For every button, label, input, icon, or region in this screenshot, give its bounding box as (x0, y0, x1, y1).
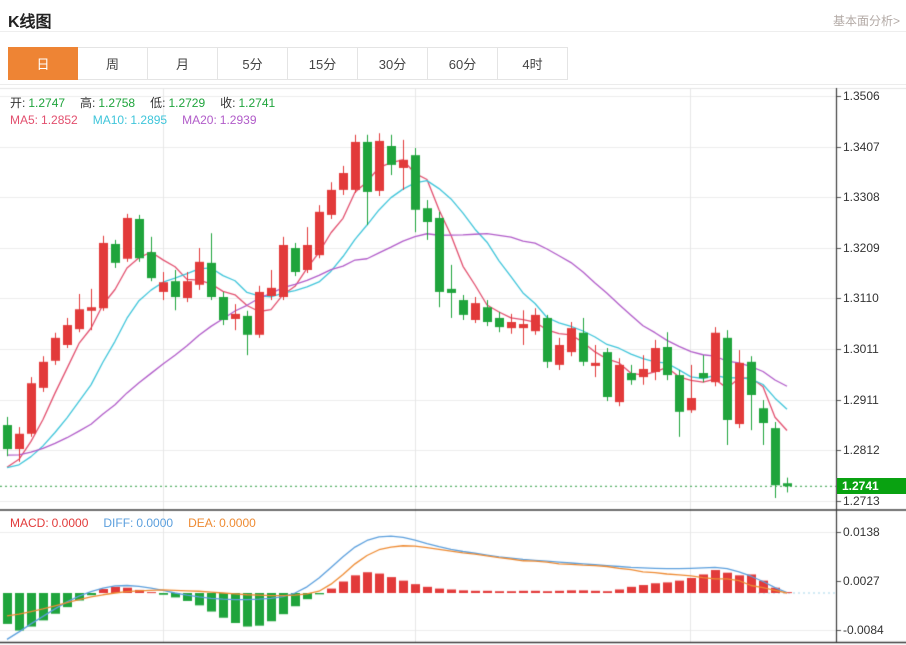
tab-month[interactable]: 月 (148, 47, 218, 80)
current-price-tag: 1.2741 (837, 478, 906, 494)
macd-item: MACD:0.0000 (10, 516, 88, 530)
tab-5min[interactable]: 5分 (218, 47, 288, 80)
interval-tabbar: 日周月5分15分30分60分4时 (8, 47, 568, 80)
tab-30min[interactable]: 30分 (358, 47, 428, 80)
ma-item: MA20:1.2939 (182, 113, 256, 127)
tab-15min[interactable]: 15分 (288, 47, 358, 80)
ma-item: MA10:1.2895 (93, 113, 167, 127)
ohlc-item: 开:1.2747 (10, 94, 65, 111)
macd-legend: MACD:0.0000 DIFF:0.0000 DEA:0.0000 (10, 516, 256, 530)
tab-60min[interactable]: 60分 (428, 47, 498, 80)
ohlc-item: 高:1.2758 (80, 94, 135, 111)
ma-item: MA5:1.2852 (10, 113, 78, 127)
tab-4hour[interactable]: 4时 (498, 47, 568, 80)
ohlc-item: 收:1.2741 (220, 94, 275, 111)
macd-item: DIFF:0.0000 (103, 516, 173, 530)
ohlc-item: 低:1.2729 (150, 94, 205, 111)
macd-item: DEA:0.0000 (188, 516, 256, 530)
tab-week[interactable]: 周 (78, 47, 148, 80)
ma-legend: MA5:1.2852 MA10:1.2895 MA20:1.2939 (10, 113, 257, 127)
ohlc-legend: 开:1.2747 高:1.2758 低:1.2729 收:1.2741 (10, 94, 275, 111)
tab-day[interactable]: 日 (8, 47, 78, 80)
